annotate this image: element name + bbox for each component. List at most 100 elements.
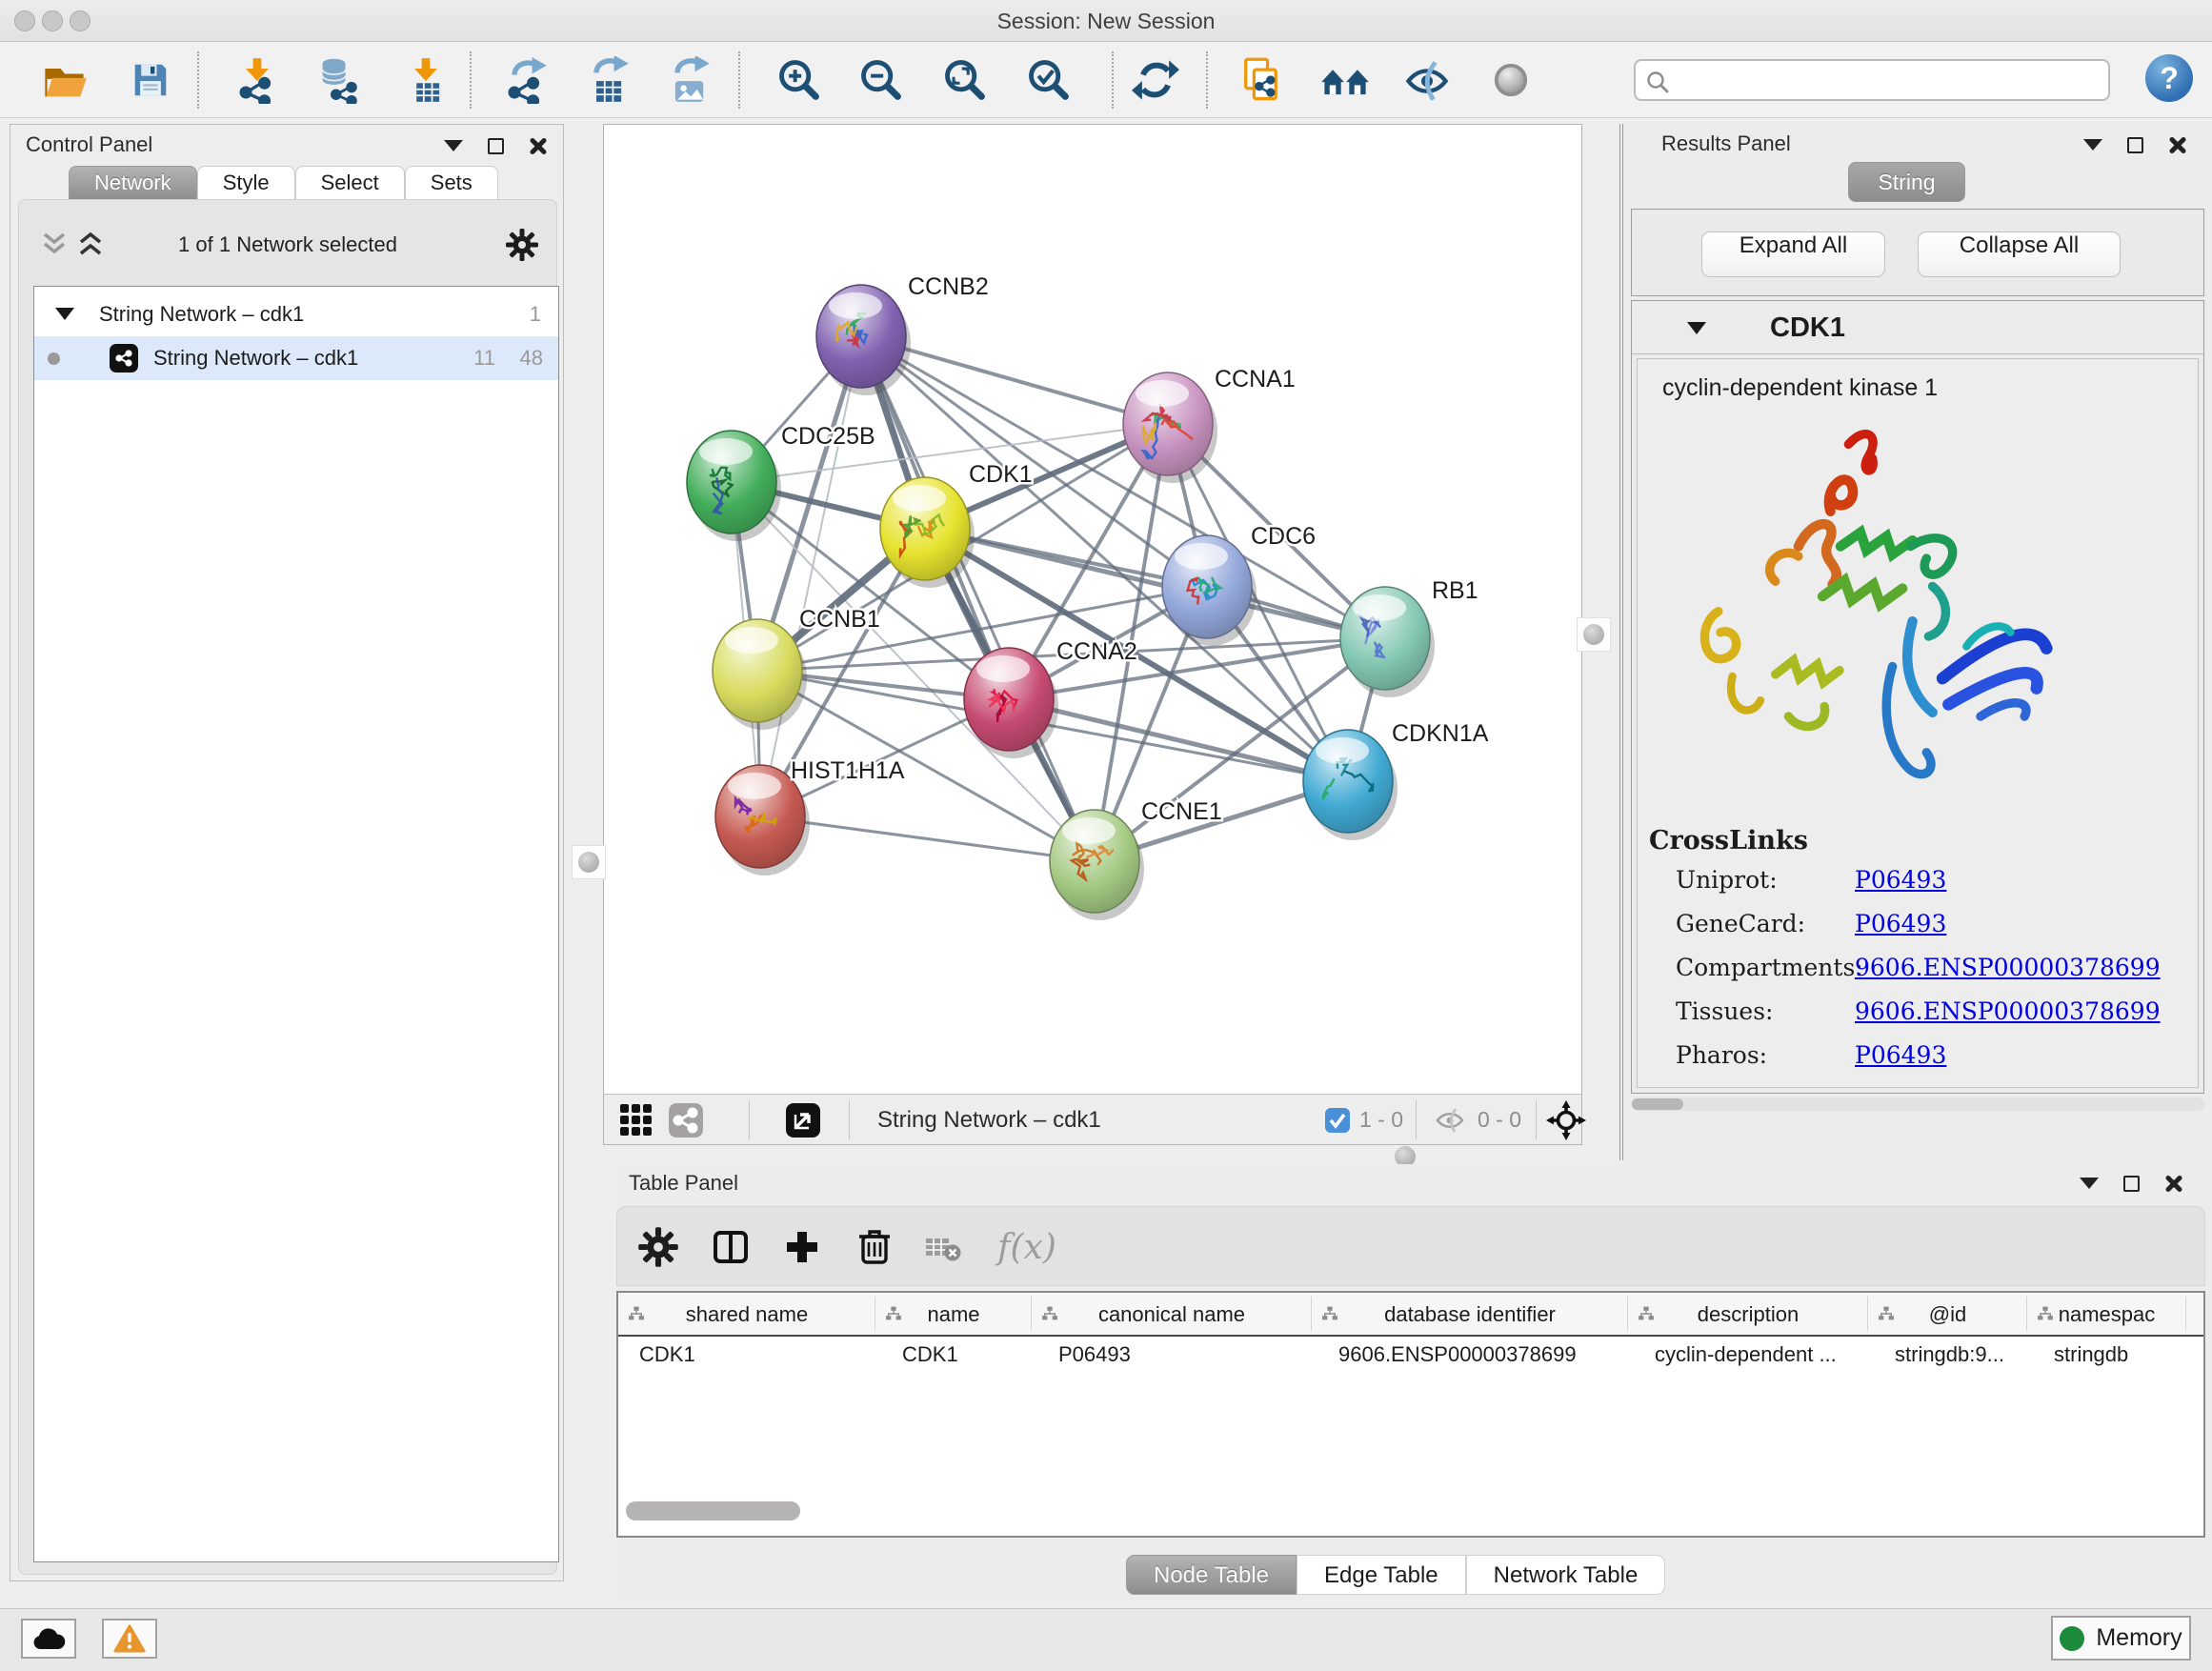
table-cell[interactable]: P06493	[1058, 1342, 1310, 1380]
maximize-panel-button[interactable]	[488, 138, 504, 154]
toolbar-separator	[1206, 51, 1208, 109]
table-cell[interactable]: CDK1	[639, 1342, 868, 1380]
import-table-button[interactable]	[399, 53, 452, 107]
memory-indicator[interactable]: Memory	[2051, 1616, 2191, 1661]
float-panel-button[interactable]	[2080, 1178, 2099, 1189]
hidden-node-edge-count: 0 - 0	[1478, 1107, 1521, 1133]
show-columns-button[interactable]	[704, 1220, 757, 1274]
network-node-CDK1[interactable]	[880, 477, 975, 588]
column-header-3[interactable]: database identifier	[1312, 1293, 1628, 1335]
warnings-button[interactable]	[102, 1619, 157, 1659]
column-header-4[interactable]: description	[1628, 1293, 1868, 1335]
tab-string[interactable]: String	[1848, 162, 1965, 202]
crosslink-link[interactable]: P06493	[1855, 910, 1946, 937]
export-table-button[interactable]	[581, 53, 634, 107]
delete-column-button[interactable]	[848, 1220, 901, 1274]
table-settings-button[interactable]	[632, 1220, 685, 1274]
first-neighbors-button[interactable]	[1318, 53, 1372, 107]
close-panel-button[interactable]	[2168, 135, 2187, 154]
gear-icon[interactable]	[505, 228, 539, 262]
network-edge[interactable]	[925, 529, 1385, 638]
left-splitter-handle[interactable]	[572, 845, 606, 879]
hide-selected-button[interactable]	[1400, 53, 1454, 107]
collapse-all-button[interactable]: Collapse All	[1918, 232, 2121, 277]
column-header-2[interactable]: canonical name	[1032, 1293, 1312, 1335]
maximize-panel-button[interactable]	[2123, 1176, 2140, 1192]
export-network-button[interactable]	[499, 53, 553, 107]
network-node-CDKN1A[interactable]	[1303, 730, 1398, 840]
table-cell[interactable]: stringdb:9...	[1895, 1342, 2025, 1380]
zoom-selected-button[interactable]	[1022, 53, 1076, 107]
tab-network[interactable]: Network	[69, 166, 197, 199]
birdseye-grid-icon[interactable]	[618, 1102, 656, 1138]
crosshair-move-icon[interactable]	[1546, 1100, 1586, 1140]
tab-sets[interactable]: Sets	[405, 166, 498, 199]
network-canvas[interactable]: CCNB2CCNA1CDC25BCDK1CDC6RB1CCNB1CCNA2CDK…	[604, 125, 1581, 1093]
table-cell[interactable]: 9606.ENSP00000378699	[1338, 1342, 1626, 1380]
network-node-CCNE1[interactable]	[1050, 810, 1144, 920]
column-header-5[interactable]: @id	[1868, 1293, 2027, 1335]
network-badge-icon[interactable]	[668, 1102, 704, 1138]
network-row-selected[interactable]: String Network – cdk1 11 48	[34, 336, 558, 380]
crosslink-link[interactable]: P06493	[1855, 866, 1946, 894]
tab-node-table[interactable]: Node Table	[1126, 1555, 1297, 1595]
import-network-file-button[interactable]	[231, 53, 284, 107]
zoom-fit-button[interactable]	[938, 53, 992, 107]
network-edge[interactable]	[760, 816, 1095, 861]
network-node-CCNA1[interactable]	[1123, 372, 1217, 483]
close-panel-button[interactable]	[529, 136, 548, 155]
float-panel-button[interactable]	[444, 140, 463, 151]
results-horizontal-scrollbar[interactable]	[1631, 1097, 2204, 1111]
column-header-1[interactable]: name	[875, 1293, 1032, 1335]
table-horizontal-scrollbar[interactable]	[626, 1501, 800, 1520]
zoom-out-button[interactable]	[855, 53, 908, 107]
create-column-button[interactable]	[775, 1220, 829, 1274]
tree-expander-icon[interactable]	[55, 308, 74, 320]
column-header-6[interactable]: namespac	[2027, 1293, 2186, 1335]
search-input[interactable]	[1678, 63, 2104, 97]
network-node-CDC6[interactable]	[1162, 535, 1257, 646]
network-node-RB1[interactable]	[1340, 587, 1435, 697]
close-panel-button[interactable]	[2164, 1174, 2183, 1193]
save-session-button[interactable]	[124, 53, 177, 107]
maximize-panel-button[interactable]	[2127, 137, 2143, 153]
selected-checkbox-icon[interactable]	[1324, 1107, 1351, 1134]
export-image-button[interactable]	[662, 53, 715, 107]
expand-all-button[interactable]: Expand All	[1701, 232, 1885, 277]
float-panel-button[interactable]	[2083, 139, 2102, 151]
show-hidden-button[interactable]	[1484, 53, 1538, 107]
search-field[interactable]	[1634, 59, 2110, 101]
tab-select[interactable]: Select	[295, 166, 405, 199]
delete-table-button[interactable]	[917, 1220, 971, 1274]
help-button[interactable]: ?	[2145, 54, 2193, 102]
column-header-0[interactable]: shared name	[618, 1293, 875, 1335]
gene-expander-icon[interactable]	[1687, 322, 1706, 334]
network-collection-row[interactable]: String Network – cdk1 1	[34, 292, 558, 336]
cloud-status-button[interactable]	[21, 1619, 76, 1659]
refresh-view-button[interactable]	[1129, 53, 1182, 107]
tab-style[interactable]: Style	[197, 166, 295, 199]
table-cell[interactable]: cyclin-dependent ...	[1655, 1342, 1866, 1380]
import-network-database-button[interactable]	[312, 53, 366, 107]
crosslink-link[interactable]: P06493	[1855, 1041, 1946, 1069]
tab-edge-table[interactable]: Edge Table	[1297, 1555, 1466, 1595]
refresh-icon	[1132, 56, 1179, 104]
table-cell[interactable]: CDK1	[902, 1342, 1030, 1380]
crosslink-link[interactable]: 9606.ENSP00000378699	[1855, 997, 2161, 1025]
network-node-CCNA2[interactable]	[964, 648, 1058, 758]
network-selection-status: 1 of 1 Network selected	[19, 232, 556, 257]
duplicate-document-icon	[1237, 56, 1285, 104]
function-builder-button[interactable]: f(x)	[989, 1220, 1065, 1274]
network-node-CDC25B[interactable]	[687, 431, 781, 541]
open-in-window-icon[interactable]	[785, 1102, 821, 1138]
gene-card-header[interactable]: CDK1	[1632, 301, 2203, 354]
network-node-CCNB2[interactable]	[816, 285, 911, 395]
tab-network-table[interactable]: Network Table	[1466, 1555, 1666, 1595]
table-cell[interactable]: stringdb	[2054, 1342, 2184, 1380]
crosslink-link[interactable]: 9606.ENSP00000378699	[1855, 954, 2161, 981]
zoom-in-button[interactable]	[773, 53, 826, 107]
open-session-button[interactable]	[38, 53, 91, 107]
right-splitter-handle[interactable]	[1577, 617, 1611, 652]
network-edge[interactable]	[760, 336, 861, 816]
clone-network-button[interactable]	[1235, 53, 1288, 107]
